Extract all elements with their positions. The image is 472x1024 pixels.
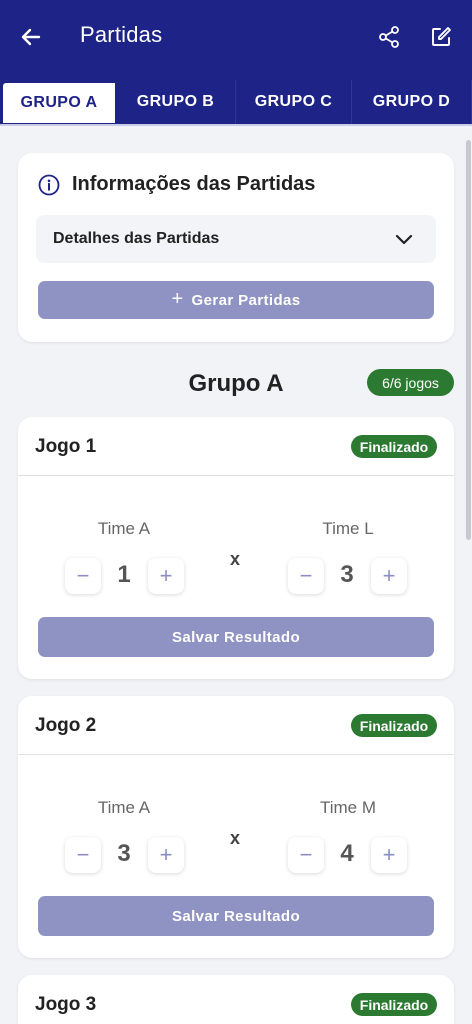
tab-grupo-a[interactable]: GRUPO A: [2, 82, 116, 124]
page-title: Partidas: [80, 22, 163, 47]
edit-icon[interactable]: [424, 20, 458, 54]
generate-matches-button[interactable]: + Gerar Partidas: [38, 281, 434, 319]
group-tabs: GRUPO A GRUPO B GRUPO C GRUPO D: [0, 80, 472, 126]
team-a-decrement-button[interactable]: −: [65, 837, 101, 873]
info-icon: [38, 174, 60, 196]
app-bar: Partidas: [0, 0, 472, 80]
tab-grupo-b[interactable]: GRUPO B: [116, 80, 236, 124]
share-icon[interactable]: [372, 20, 406, 54]
team-a-decrement-button[interactable]: −: [65, 558, 101, 594]
versus-label: x: [230, 828, 241, 848]
team-a-score: 1: [117, 561, 131, 588]
team-b-name: Time L: [322, 519, 374, 538]
team-b-increment-button[interactable]: +: [371, 837, 407, 873]
team-a-name: Time A: [97, 798, 151, 817]
team-b-decrement-button[interactable]: −: [288, 837, 324, 873]
divider: [18, 754, 454, 755]
match-info-header: Informações das Partidas: [38, 173, 315, 196]
generate-matches-label: Gerar Partidas: [191, 291, 301, 309]
back-arrow-icon[interactable]: [14, 20, 48, 54]
game-card: Jogo 3 Finalizado: [18, 975, 454, 1024]
divider: [18, 475, 454, 476]
game-title: Jogo 2: [35, 715, 97, 736]
plus-icon: +: [171, 287, 184, 310]
games-count-badge: 6/6 jogos: [367, 369, 454, 396]
status-badge: Finalizado: [351, 435, 437, 458]
status-badge: Finalizado: [351, 714, 437, 737]
game-card: Jogo 2 Finalizado Time A Time M x − 3 + …: [18, 696, 454, 958]
tab-grupo-c[interactable]: GRUPO C: [236, 80, 352, 124]
status-badge: Finalizado: [351, 993, 437, 1016]
team-b-decrement-button[interactable]: −: [288, 558, 324, 594]
save-result-button[interactable]: Salvar Resultado: [38, 896, 434, 936]
tab-grupo-d[interactable]: GRUPO D: [352, 80, 472, 124]
chevron-down-icon: [392, 227, 416, 251]
versus-label: x: [230, 549, 241, 569]
team-b-name: Time M: [319, 798, 377, 817]
team-a-increment-button[interactable]: +: [148, 837, 184, 873]
team-a-increment-button[interactable]: +: [148, 558, 184, 594]
team-a-score: 3: [117, 840, 131, 867]
team-b-score: 3: [340, 561, 354, 588]
match-details-label: Detalhes das Partidas: [53, 230, 220, 247]
save-result-button[interactable]: Salvar Resultado: [38, 617, 434, 657]
game-card: Jogo 1 Finalizado Time A Time L x − 1 + …: [18, 417, 454, 679]
scrollbar[interactable]: [466, 140, 471, 540]
team-a-name: Time A: [97, 519, 151, 538]
team-b-increment-button[interactable]: +: [371, 558, 407, 594]
game-title: Jogo 1: [35, 436, 97, 457]
team-b-score: 4: [340, 840, 354, 867]
match-details-dropdown[interactable]: Detalhes das Partidas: [36, 215, 436, 263]
match-info-card: Informações das Partidas Detalhes das Pa…: [18, 153, 454, 342]
game-title: Jogo 3: [35, 994, 97, 1015]
match-info-title: Informações das Partidas: [72, 173, 316, 195]
